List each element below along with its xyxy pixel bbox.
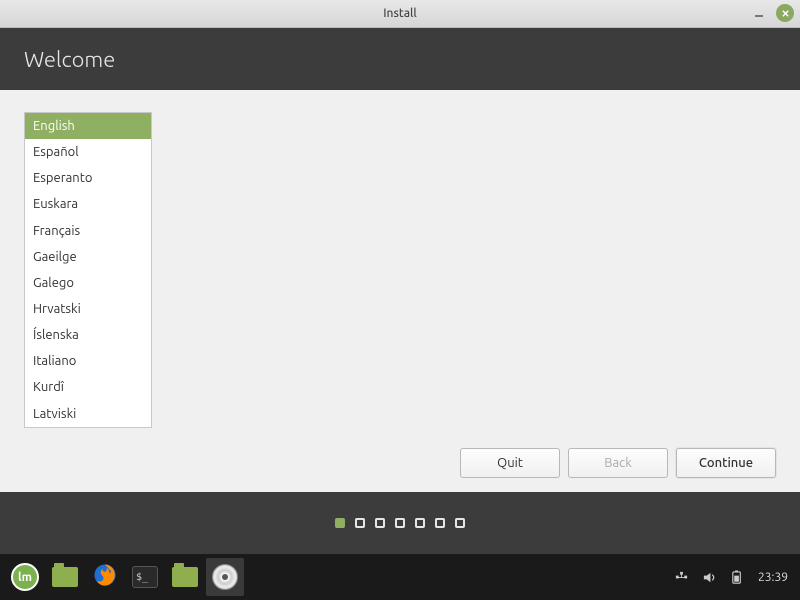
window-controls — [750, 4, 794, 22]
installer-taskbar-item[interactable] — [206, 558, 244, 596]
language-option[interactable]: Latviski — [25, 401, 151, 427]
language-option[interactable]: Esperanto — [25, 165, 151, 191]
folder-icon — [52, 567, 78, 587]
language-list[interactable]: EnglishEspañolEsperantoEuskaraFrançaisGa… — [24, 112, 152, 428]
mint-logo-icon: lm — [11, 563, 39, 591]
battery-icon[interactable] — [730, 569, 746, 585]
window-title: Install — [383, 7, 417, 20]
start-menu-button[interactable]: lm — [6, 558, 44, 596]
language-option[interactable]: Español — [25, 139, 151, 165]
language-option[interactable]: Galego — [25, 270, 151, 296]
quit-button[interactable]: Quit — [460, 448, 560, 478]
installer-window: Install Welcome EnglishEspañolEsperantoE… — [0, 0, 800, 554]
progress-dot — [455, 518, 465, 528]
clock[interactable]: 23:39 — [758, 571, 788, 584]
progress-dot — [435, 518, 445, 528]
language-option[interactable]: English — [25, 113, 151, 139]
language-option[interactable]: Français — [25, 218, 151, 244]
taskbar-left: lm $_ — [6, 558, 244, 596]
titlebar: Install — [0, 0, 800, 28]
language-option[interactable]: Hrvatski — [25, 296, 151, 322]
progress-indicator — [0, 492, 800, 554]
close-button[interactable] — [776, 4, 794, 22]
page-title: Welcome — [24, 47, 115, 72]
page-header: Welcome — [0, 28, 800, 90]
progress-dot — [415, 518, 425, 528]
show-desktop-button[interactable] — [46, 558, 84, 596]
files-launcher[interactable] — [166, 558, 204, 596]
firefox-icon — [92, 562, 118, 592]
terminal-icon: $_ — [132, 566, 158, 588]
system-tray: 23:39 — [674, 569, 794, 585]
progress-dot — [335, 518, 345, 528]
disc-icon — [212, 564, 238, 590]
folder-icon — [172, 567, 198, 587]
progress-dot — [375, 518, 385, 528]
firefox-launcher[interactable] — [86, 558, 124, 596]
language-option[interactable]: Kurdî — [25, 374, 151, 400]
terminal-launcher[interactable]: $_ — [126, 558, 164, 596]
language-option[interactable]: Euskara — [25, 191, 151, 217]
button-row: Quit Back Continue — [460, 448, 776, 478]
progress-dot — [355, 518, 365, 528]
volume-icon[interactable] — [702, 569, 718, 585]
network-icon[interactable] — [674, 569, 690, 585]
language-option[interactable]: Íslenska — [25, 322, 151, 348]
content-area: EnglishEspañolEsperantoEuskaraFrançaisGa… — [0, 90, 800, 492]
back-button: Back — [568, 448, 668, 478]
language-option[interactable]: Italiano — [25, 348, 151, 374]
progress-dot — [395, 518, 405, 528]
minimize-button[interactable] — [750, 4, 768, 22]
language-option[interactable]: Gaeilge — [25, 244, 151, 270]
continue-button[interactable]: Continue — [676, 448, 776, 478]
taskbar: lm $_ 23:39 — [0, 554, 800, 600]
